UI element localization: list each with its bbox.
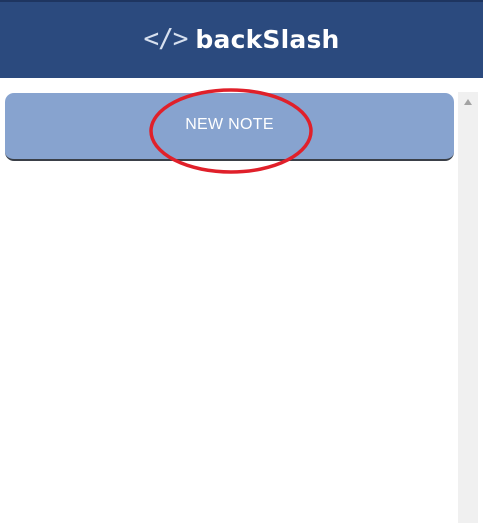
note-list: NEW NOTE (0, 78, 458, 523)
app-header: </> backSlash (0, 0, 483, 78)
new-note-label: NEW NOTE (185, 116, 274, 133)
scroll-up-button[interactable] (458, 92, 478, 112)
app-window: </> backSlash NEW NOTE (0, 0, 483, 523)
brand: </> backSlash (143, 26, 339, 52)
vertical-scrollbar[interactable] (458, 92, 478, 523)
content-area: NEW NOTE (0, 78, 483, 523)
triangle-up-icon (464, 99, 472, 105)
new-note-button[interactable]: NEW NOTE (5, 93, 454, 161)
code-brackets-icon: </> (143, 24, 188, 54)
app-title: backSlash (195, 24, 340, 54)
